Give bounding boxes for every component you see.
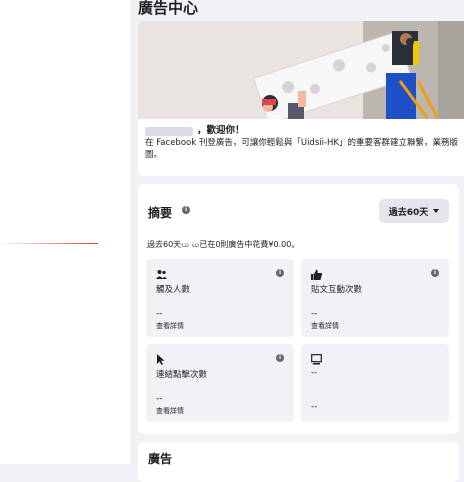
date-range-label: 過去60天: [388, 207, 429, 218]
view-details-link[interactable]: 查看詳情: [311, 321, 339, 331]
metric-post-engagement: i 貼文互動次數 -- 查看詳情: [301, 259, 449, 337]
info-icon[interactable]: i: [276, 269, 284, 277]
hero-illustration: [138, 21, 464, 125]
metric-value: --: [311, 309, 318, 319]
page-title: 廣告中心: [138, 0, 199, 17]
left-panel: [0, 0, 130, 464]
summary-description: 過去60天ဃ ဃ已在0則廣告中花費¥0.00。: [147, 240, 300, 249]
view-details-link[interactable]: 查看詳情: [156, 321, 184, 331]
metric-label: 貼文互動次數: [311, 285, 363, 295]
metric-link-clicks: i 連結點擊次數 -- 查看詳情: [146, 344, 294, 422]
metric-reach: i 觸及人數 -- 查看詳情: [146, 259, 294, 337]
date-range-dropdown[interactable]: 過去60天: [379, 199, 449, 223]
user-name-redacted: [145, 126, 193, 136]
metric-unnamed: -- --: [301, 344, 449, 422]
info-icon[interactable]: i: [276, 354, 284, 362]
red-underline-decoration: [0, 243, 98, 244]
ads-card: 廣告: [138, 442, 459, 482]
people-icon: [156, 270, 167, 279]
summary-title: 摘要: [148, 206, 173, 220]
metric-label: 連結點擊次數: [156, 370, 208, 380]
metric-value: --: [311, 402, 318, 412]
metric-value: --: [156, 309, 163, 319]
monitor-icon: [311, 354, 322, 365]
welcome-text-block: ，歡迎你！ 在 Facebook 刊登廣告，可讓你輕鬆與「Uidsii-HK」的…: [145, 125, 463, 161]
thumbs-up-icon: [311, 269, 322, 280]
welcome-description: 在 Facebook 刊登廣告，可讓你輕鬆與「Uidsii-HK」的重要客群建立…: [145, 138, 459, 160]
cursor-icon: [157, 354, 165, 365]
info-icon[interactable]: i: [431, 269, 439, 277]
summary-card: 摘要 i 過去60天 過去60天ဃ ဃ已在0則廣告中花費¥0.00。 i 觸及人…: [138, 184, 459, 434]
info-icon[interactable]: i: [182, 206, 190, 214]
welcome-card: ，歡迎你！ 在 Facebook 刊登廣告，可讓你輕鬆與「Uidsii-HK」的…: [138, 21, 464, 176]
metric-value: --: [156, 394, 163, 404]
ads-title: 廣告: [148, 452, 173, 466]
welcome-message: ，歡迎你！: [197, 125, 245, 136]
metric-label: 觸及人數: [156, 285, 191, 295]
metric-label: --: [311, 368, 318, 378]
view-details-link[interactable]: 查看詳情: [156, 406, 184, 416]
chevron-down-icon: [433, 209, 440, 213]
